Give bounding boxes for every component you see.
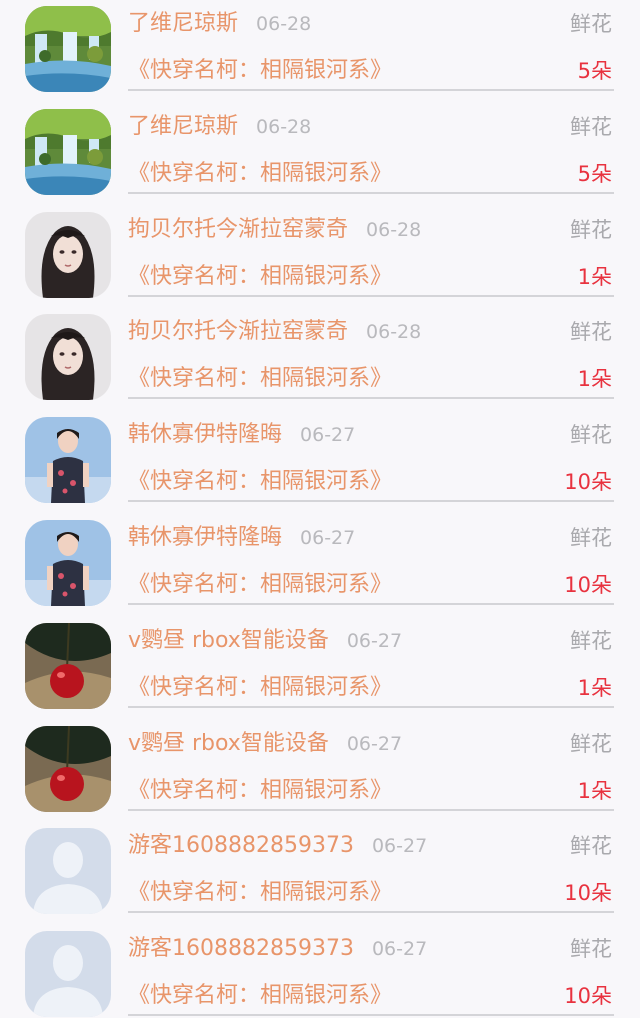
gift-type: 鲜花: [570, 217, 612, 242]
book-title[interactable]: 《快穿名柯：相隔银河系》: [128, 673, 392, 703]
list-item[interactable]: 游客1608882859373 06-27 鲜花 《快穿名柯：相隔银河系》 10朵: [0, 925, 640, 1018]
gift-date: 06-27: [371, 835, 428, 858]
username[interactable]: v鹦昼 rbox智能设备 06-27: [128, 729, 402, 759]
gift-date: 06-28: [256, 115, 312, 138]
list-item[interactable]: v鹦昼 rbox智能设备 06-27 鲜花 《快穿名柯：相隔银河系》 1朵: [0, 617, 640, 720]
username-text[interactable]: 游客1608882859373: [128, 936, 354, 961]
gift-date: 06-28: [366, 321, 422, 344]
book-title[interactable]: 《快穿名柯：相隔银河系》: [128, 262, 392, 292]
gift-type: 鲜花: [570, 320, 612, 345]
gift-quantity: 10朵: [564, 881, 612, 906]
list-item[interactable]: 韩休寡伊特隆晦 06-27 鲜花 《快穿名柯：相隔银河系》 10朵: [0, 411, 640, 514]
gift-date: 06-27: [300, 424, 356, 447]
gift-type: 鲜花: [570, 937, 612, 962]
gift-type: 鲜花: [570, 628, 612, 653]
list-item[interactable]: 韩休寡伊特隆晦 06-27 鲜花 《快穿名柯：相隔银河系》 10朵: [0, 514, 640, 617]
gift-record-list: 了维尼琼斯 06-28 鲜花 《快穿名柯：相隔银河系》 5朵 了维尼琼斯 06-28: [0, 0, 640, 1018]
divider: [128, 397, 614, 400]
username[interactable]: 拘贝尔托今渐拉窑蒙奇 06-28: [128, 215, 421, 245]
girl-drawing-avatar[interactable]: [25, 211, 111, 298]
username[interactable]: 了维尼琼斯 06-28: [128, 9, 311, 39]
gift-quantity: 1朵: [577, 675, 612, 700]
list-item[interactable]: 了维尼琼斯 06-28 鲜花 《快穿名柯：相隔银河系》 5朵: [0, 103, 640, 206]
gift-type: 鲜花: [570, 525, 612, 550]
gift-quantity: 1朵: [577, 367, 612, 392]
divider: [128, 1014, 614, 1017]
divider: [128, 294, 614, 297]
list-item[interactable]: 了维尼琼斯 06-28 鲜花 《快穿名柯：相隔银河系》 5朵: [0, 0, 640, 103]
woman-photo-avatar[interactable]: [25, 519, 111, 606]
gift-quantity: 5朵: [577, 161, 612, 186]
divider: [128, 500, 614, 503]
list-item[interactable]: 游客1608882859373 06-27 鲜花 《快穿名柯：相隔银河系》 10朵: [0, 822, 640, 925]
username-text[interactable]: 韩休寡伊特隆晦: [128, 525, 282, 550]
divider: [128, 89, 614, 91]
cherry-avatar[interactable]: [25, 622, 111, 709]
username[interactable]: 游客1608882859373 06-27: [128, 934, 427, 964]
gift-quantity: 5朵: [577, 59, 612, 83]
gift-date: 06-28: [366, 218, 422, 241]
waterfall-avatar[interactable]: [25, 108, 111, 195]
username-text[interactable]: 了维尼琼斯: [128, 11, 238, 36]
list-item[interactable]: 拘贝尔托今渐拉窑蒙奇 06-28 鲜花 《快穿名柯：相隔银河系》 1朵: [0, 206, 640, 309]
book-title[interactable]: 《快穿名柯：相隔银河系》: [128, 776, 392, 806]
username[interactable]: 游客1608882859373 06-27: [128, 831, 427, 861]
username-text[interactable]: 了维尼琼斯: [128, 114, 238, 139]
book-title[interactable]: 《快穿名柯：相隔银河系》: [128, 878, 392, 908]
username-text[interactable]: 拘贝尔托今渐拉窑蒙奇: [128, 319, 348, 344]
divider: [128, 602, 614, 605]
gift-type: 鲜花: [570, 731, 612, 756]
gift-date: 06-27: [300, 526, 356, 549]
gift-date: 06-27: [346, 629, 403, 652]
default-user-avatar[interactable]: [25, 828, 111, 915]
username-text[interactable]: v鹦昼 rbox智能设备: [128, 731, 329, 756]
gift-quantity: 1朵: [577, 264, 612, 289]
gift-quantity: 10朵: [564, 984, 612, 1009]
username-text[interactable]: 韩休寡伊特隆晦: [128, 422, 282, 447]
gift-date: 06-28: [256, 13, 312, 35]
divider: [128, 705, 614, 708]
book-title[interactable]: 《快穿名柯：相隔银河系》: [128, 981, 392, 1011]
gift-quantity: 10朵: [564, 572, 612, 597]
girl-drawing-avatar[interactable]: [25, 314, 111, 401]
book-title[interactable]: 《快穿名柯：相隔银河系》: [128, 159, 392, 189]
divider: [128, 808, 614, 811]
username[interactable]: 韩休寡伊特隆晦 06-27: [128, 420, 355, 450]
waterfall-avatar[interactable]: [25, 6, 111, 92]
default-user-avatar[interactable]: [25, 931, 111, 1018]
username-text[interactable]: 拘贝尔托今渐拉窑蒙奇: [128, 217, 348, 242]
cherry-avatar[interactable]: [25, 725, 111, 812]
gift-date: 06-27: [346, 732, 403, 755]
gift-quantity: 10朵: [564, 470, 612, 495]
gift-type: 鲜花: [570, 423, 612, 448]
gift-type: 鲜花: [570, 114, 612, 139]
divider: [128, 911, 614, 914]
divider: [128, 191, 614, 194]
book-title[interactable]: 《快穿名柯：相隔银河系》: [128, 570, 392, 600]
username[interactable]: 韩休寡伊特隆晦 06-27: [128, 523, 355, 553]
gift-type: 鲜花: [570, 12, 612, 36]
book-title[interactable]: 《快穿名柯：相隔银河系》: [128, 364, 392, 394]
username[interactable]: 拘贝尔托今渐拉窑蒙奇 06-28: [128, 317, 421, 347]
list-item[interactable]: 拘贝尔托今渐拉窑蒙奇 06-28 鲜花 《快穿名柯：相隔银河系》 1朵: [0, 308, 640, 411]
book-title[interactable]: 《快穿名柯：相隔银河系》: [128, 56, 392, 86]
gift-date: 06-27: [371, 938, 428, 961]
username-text[interactable]: v鹦昼 rbox智能设备: [128, 628, 329, 653]
username[interactable]: 了维尼琼斯 06-28: [128, 112, 311, 142]
gift-quantity: 1朵: [577, 778, 612, 803]
book-title[interactable]: 《快穿名柯：相隔银河系》: [128, 467, 392, 497]
username[interactable]: v鹦昼 rbox智能设备 06-27: [128, 626, 402, 656]
list-item[interactable]: v鹦昼 rbox智能设备 06-27 鲜花 《快穿名柯：相隔银河系》 1朵: [0, 720, 640, 823]
gift-type: 鲜花: [570, 834, 612, 859]
woman-photo-avatar[interactable]: [25, 417, 111, 504]
username-text[interactable]: 游客1608882859373: [128, 833, 354, 858]
